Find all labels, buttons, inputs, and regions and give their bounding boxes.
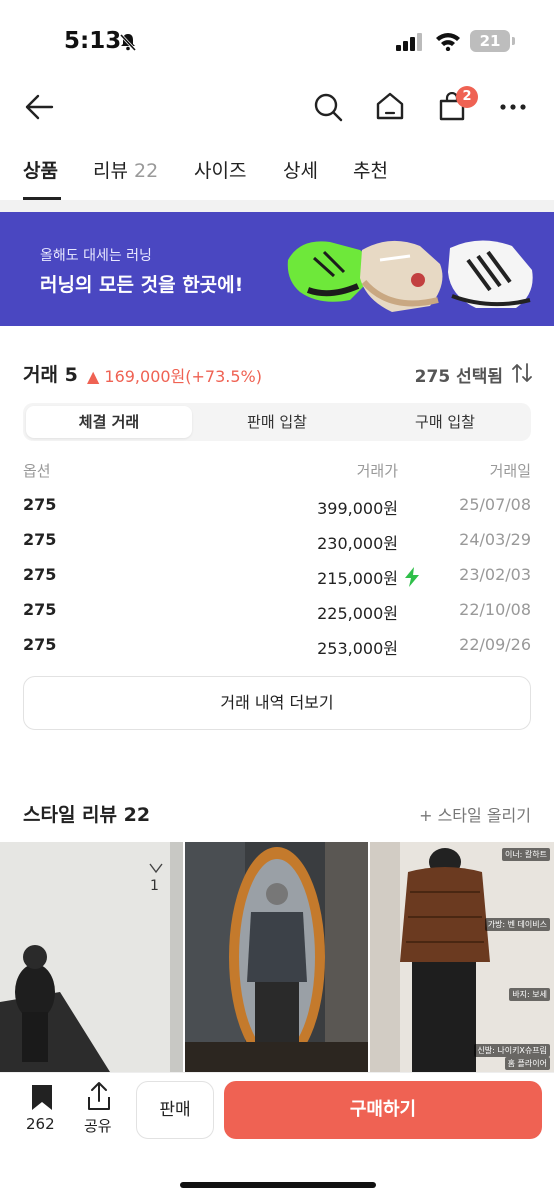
- row-option: 275: [23, 495, 57, 514]
- row-option: 275: [23, 565, 57, 584]
- row-option: 275: [23, 635, 57, 654]
- style-photo-3[interactable]: 이너: 칼하트 가방: 벤 데이비스 바지: 보세 신발: 나이키X슈프림 홈 …: [370, 842, 554, 1072]
- trade-history-more-button[interactable]: 거래 내역 더보기: [23, 676, 531, 730]
- row-date: 22/09/26: [459, 635, 531, 654]
- silent-bell-icon: [119, 33, 137, 52]
- buy-button[interactable]: 구매하기: [224, 1081, 542, 1139]
- tab-detail[interactable]: 상세: [283, 156, 318, 183]
- row-price: 253,000원: [317, 639, 398, 658]
- bookmark-icon[interactable]: [30, 1083, 54, 1111]
- home-icon[interactable]: [375, 91, 405, 121]
- bookmark-count: 262: [26, 1115, 55, 1133]
- table-row: 275 399,000원 25/07/08: [23, 489, 531, 523]
- status-bar: 5:13 21: [0, 0, 554, 80]
- tab-recommend[interactable]: 추천: [353, 156, 388, 183]
- search-icon[interactable]: [313, 92, 343, 122]
- size-selector[interactable]: 275 선택됨: [415, 362, 503, 387]
- style-photo-2[interactable]: [185, 842, 368, 1072]
- running-shoes-image: [287, 240, 533, 312]
- banner-subtitle: 올해도 대세는 러닝: [40, 248, 152, 264]
- row-date: 24/03/29: [459, 530, 531, 549]
- svg-text:1: 1: [150, 878, 159, 894]
- row-date: 23/02/03: [459, 565, 531, 584]
- trade-type-segment: 체결 거래 판매 입찰 구매 입찰: [23, 403, 531, 441]
- tab-label: 상품: [23, 160, 58, 182]
- style-photo-strip: 1 이너: 칼하트 가방: 벤 데이비스 바지: 보세 신발: 나이키X슈프림 …: [0, 842, 554, 1072]
- photo-tag-inner: 이너: 칼하트: [501, 848, 550, 861]
- row-price: 230,000원: [317, 534, 398, 553]
- promo-banner[interactable]: 올해도 대세는 러닝 러닝의 모든 것을 한곳에!: [0, 212, 554, 326]
- segment-sell-bid[interactable]: 판매 입찰: [194, 406, 360, 438]
- table-row: 275 230,000원 24/03/29: [23, 524, 531, 558]
- table-row: 275 225,000원 22/10/08: [23, 594, 531, 628]
- style-upload-link[interactable]: + 스타일 올리기: [419, 802, 531, 826]
- status-time: 5:13: [64, 28, 122, 54]
- bottom-action-bar: 262 공유 판매 구매하기: [0, 1072, 554, 1200]
- photo-tag-bag: 가방: 벤 데이비스: [484, 918, 550, 931]
- tab-review-count: 22: [134, 160, 159, 182]
- battery-indicator: 21: [470, 30, 510, 52]
- tab-label: 상세: [283, 160, 318, 182]
- row-date: 22/10/08: [459, 600, 531, 619]
- segment-concluded[interactable]: 체결 거래: [26, 406, 192, 438]
- cart-count-badge: 2: [456, 86, 478, 108]
- column-header-price: 거래가: [356, 462, 398, 480]
- style-photo-2-image: [185, 842, 368, 1072]
- sort-arrows-icon[interactable]: [511, 362, 533, 384]
- banner-title: 러닝의 모든 것을 한곳에!: [40, 274, 244, 296]
- table-row: 275 253,000원 22/09/26: [23, 629, 531, 663]
- row-price: 215,000원: [317, 569, 398, 588]
- photo-tag-shoes: 신발: 나이키X슈프림: [474, 1044, 550, 1057]
- column-header-date: 거래일: [489, 462, 531, 480]
- row-option: 275: [23, 530, 57, 549]
- product-tabs: 상품 리뷰 22 사이즈 상세 추천: [0, 146, 554, 200]
- style-review-title: 스타일 리뷰 22: [23, 804, 151, 826]
- tab-label: 추천: [353, 160, 388, 182]
- share-icon[interactable]: [86, 1081, 112, 1111]
- row-option: 275: [23, 600, 57, 619]
- more-options-icon[interactable]: [500, 104, 528, 110]
- photo-tag-extra: 홈 플라이어: [504, 1057, 550, 1070]
- tab-size[interactable]: 사이즈: [194, 156, 246, 183]
- trade-title: 거래 5: [23, 364, 78, 386]
- sell-button[interactable]: 판매: [136, 1081, 214, 1139]
- style-photo-1-image: 1: [0, 842, 183, 1072]
- photo-tag-pants: 바지: 보세: [509, 988, 550, 1001]
- section-divider: [0, 200, 554, 212]
- wifi-icon: [436, 33, 460, 51]
- battery-tip: [512, 37, 515, 45]
- fast-delivery-bolt-icon: [405, 567, 419, 587]
- style-photo-1[interactable]: 1: [0, 842, 183, 1072]
- row-price: 399,000원: [317, 499, 398, 518]
- cellular-signal-icon: [396, 33, 422, 51]
- trade-header: 거래 5 ▲ 169,000원(+73.5%) 275 선택됨: [23, 356, 533, 390]
- row-price: 225,000원: [317, 604, 398, 623]
- row-date: 25/07/08: [459, 495, 531, 514]
- tab-label: 리뷰: [93, 160, 128, 182]
- home-indicator: [180, 1182, 376, 1188]
- tab-product[interactable]: 상품: [23, 156, 58, 183]
- table-row: 275 215,000원 23/02/03: [23, 559, 531, 593]
- segment-buy-bid[interactable]: 구매 입찰: [362, 406, 528, 438]
- back-arrow-icon[interactable]: [24, 92, 54, 122]
- tab-label: 사이즈: [194, 160, 247, 182]
- column-header-option: 옵션: [23, 462, 51, 480]
- share-label: 공유: [84, 1117, 112, 1135]
- style-photo-3-image: [370, 842, 554, 1072]
- trade-price-change: ▲ 169,000원(+73.5%): [87, 367, 262, 386]
- tab-review[interactable]: 리뷰 22: [93, 156, 158, 183]
